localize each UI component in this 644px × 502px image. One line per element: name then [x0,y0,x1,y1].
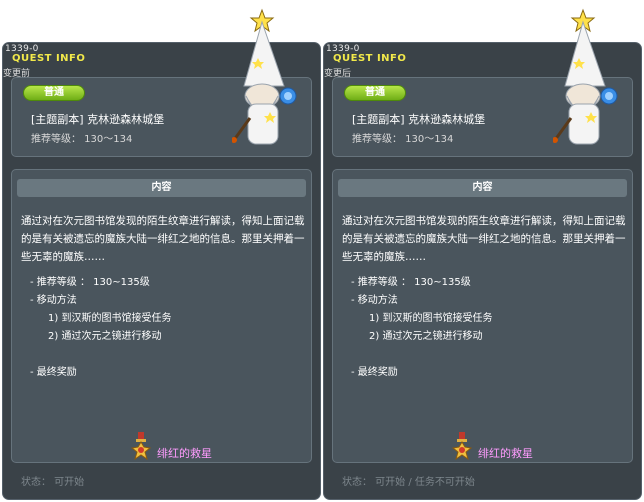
quest-description: 通过对在次元图书馆发现的陌生纹章进行解读，得知上面记载的是有关被遗忘的魔族大陆一… [342,215,626,263]
move-step-2: 2) 通过次元之镜进行移动 [369,331,483,342]
medal-icon[interactable] [130,432,152,460]
level-line: - 推荐等级 ： 130~135级 [30,277,150,288]
panel-title: QUEST INFO [333,53,407,64]
quest-type-badge: 普通 [23,85,85,101]
move-method-label: - 移动方法 [30,295,77,306]
reward-label: - 最终奖励 [351,367,398,378]
medal-icon[interactable] [451,432,473,460]
recommended-level: 推荐等级： 130～134 [31,134,133,145]
wizard-npc-icon [232,8,297,145]
panel-title: QUEST INFO [12,53,86,64]
move-step-1: 1) 到汉斯的图书馆接受任务 [48,313,172,324]
move-step-2: 2) 通过次元之镜进行移动 [48,331,162,342]
reward-name[interactable]: 绯红的救星 [157,445,212,461]
section-title: 内容 [338,179,627,197]
quest-content[interactable]: 内容 通过对在次元图书馆发现的陌生纹章进行解读，得知上面记载的是有关被遗忘的魔族… [11,169,312,463]
section-title: 内容 [17,179,306,197]
quest-status: 状态： 可开始 [21,477,85,488]
wizard-npc-icon [553,8,618,145]
level-line: - 推荐等级 ： 130~135级 [351,277,471,288]
quest-name: [主题副本] 克林逊森林城堡 [31,113,165,126]
quest-type-badge: 普通 [344,85,406,101]
reward-label: - 最终奖励 [30,367,77,378]
move-method-label: - 移动方法 [351,295,398,306]
quest-status: 状态： 可开始 / 任务不可开始 [342,477,475,488]
quest-content[interactable]: 内容 通过对在次元图书馆发现的陌生纹章进行解读，得知上面记载的是有关被遗忘的魔族… [332,169,633,463]
quest-name: [主题副本] 克林逊森林城堡 [352,113,486,126]
recommended-level: 推荐等级： 130～134 [352,134,454,145]
move-step-1: 1) 到汉斯的图书馆接受任务 [369,313,493,324]
quest-description: 通过对在次元图书馆发现的陌生纹章进行解读，得知上面记载的是有关被遗忘的魔族大陆一… [21,215,305,263]
reward-name[interactable]: 绯红的救星 [478,445,533,461]
